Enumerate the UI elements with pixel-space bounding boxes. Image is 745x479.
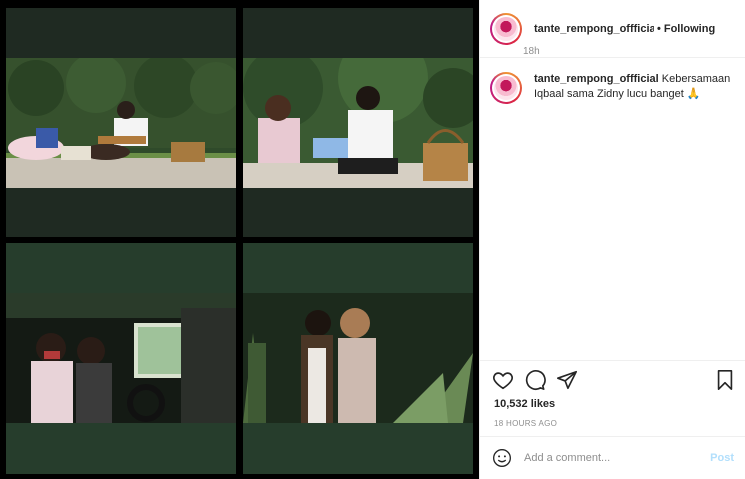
post-timestamp[interactable]: 18 HOURS AGO bbox=[494, 419, 557, 428]
caption-avatar[interactable] bbox=[490, 72, 522, 104]
profile-picture bbox=[494, 76, 518, 100]
photo-picnic-guitar bbox=[6, 58, 236, 188]
post-media[interactable] bbox=[0, 0, 479, 479]
post-caption: tante_rempong_offficial Kebersamaan Iqba… bbox=[490, 72, 740, 104]
caption-timestamp[interactable]: 18h bbox=[523, 46, 540, 57]
header-username[interactable]: tante_rempong_offficial bbox=[534, 23, 654, 35]
post-detail-panel: tante_rempong_offficial • Following tant… bbox=[479, 0, 745, 479]
comment-bar: Post bbox=[480, 436, 745, 479]
heart-icon[interactable] bbox=[492, 369, 514, 391]
post-actions: 10,532 likes 18 HOURS AGO bbox=[480, 360, 745, 440]
post-header: tante_rempong_offficial • Following bbox=[480, 0, 745, 58]
media-frame-3 bbox=[6, 243, 236, 474]
following-button[interactable]: Following bbox=[664, 23, 715, 35]
photo-car-selfie bbox=[6, 293, 236, 423]
avatar[interactable] bbox=[490, 12, 522, 45]
media-frame-4 bbox=[243, 243, 473, 474]
media-frame-1 bbox=[6, 8, 236, 237]
separator-dot: • bbox=[657, 22, 661, 35]
comment-input[interactable] bbox=[524, 452, 694, 464]
profile-picture bbox=[494, 16, 518, 41]
bookmark-icon[interactable] bbox=[714, 369, 736, 391]
emoji-icon[interactable] bbox=[492, 448, 512, 468]
media-frame-2 bbox=[243, 8, 473, 237]
caption-username[interactable]: tante_rempong_offficial bbox=[534, 73, 659, 85]
post-comment-button[interactable]: Post bbox=[710, 452, 734, 464]
comment-icon[interactable] bbox=[524, 369, 546, 391]
photo-reading-guitar bbox=[243, 58, 473, 188]
like-count[interactable]: 10,532 likes bbox=[494, 398, 555, 410]
share-icon[interactable] bbox=[556, 369, 578, 391]
photo-two-standing bbox=[243, 293, 473, 423]
